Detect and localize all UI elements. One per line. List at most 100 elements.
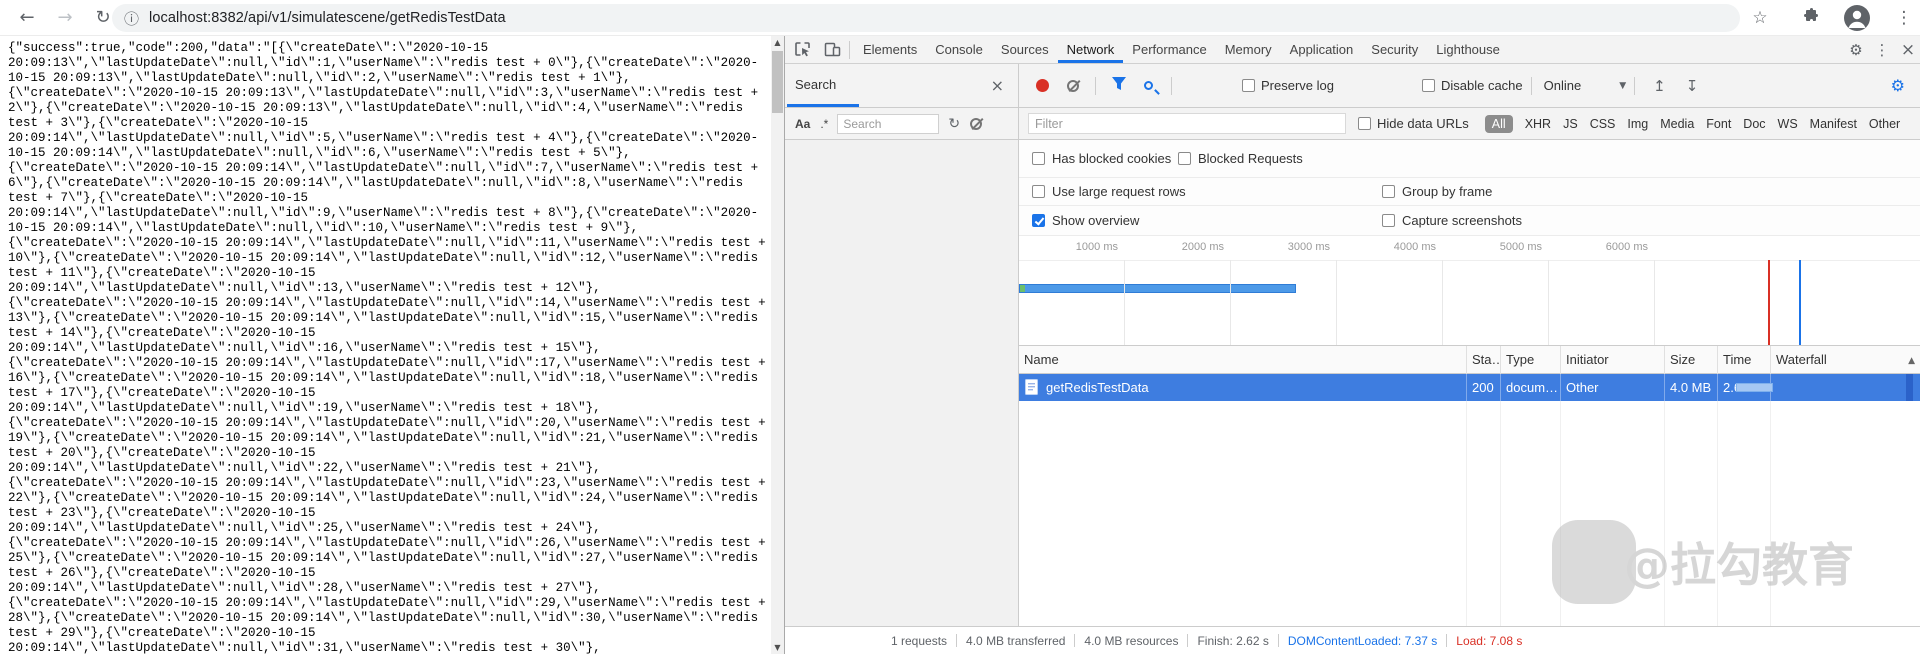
has-blocked-cookies-checkbox[interactable]	[1032, 152, 1045, 165]
back-button[interactable]: ←	[14, 5, 40, 31]
network-conditions-gear-icon[interactable]: ⚙	[1891, 76, 1905, 95]
devtools-settings-gear-icon[interactable]: ⚙	[1843, 41, 1869, 59]
scroll-down-icon[interactable]: ▼	[771, 641, 784, 654]
url-text[interactable]: localhost:8382/api/v1/simulatescene/getR…	[149, 10, 506, 26]
bookmark-star-icon[interactable]: ☆	[1748, 6, 1772, 30]
preserve-log-label[interactable]: Preserve log	[1261, 78, 1334, 93]
preserve-log-checkbox[interactable]	[1242, 79, 1255, 92]
show-overview-checkbox[interactable]	[1032, 214, 1045, 227]
disable-cache-label[interactable]: Disable cache	[1441, 78, 1523, 93]
profile-avatar[interactable]	[1844, 5, 1870, 31]
filter-type-manifest[interactable]: Manifest	[1810, 117, 1857, 131]
browser-toolbar: ← → ↻ ⓘ localhost:8382/api/v1/simulatesc…	[0, 0, 1920, 36]
scrollbar-thumb[interactable]	[772, 51, 783, 113]
column-header-waterfall[interactable]: Waterfall	[1770, 346, 1910, 374]
capture-screenshots-checkbox[interactable]	[1382, 214, 1395, 227]
throttling-value[interactable]: Online	[1544, 78, 1582, 93]
browser-menu-icon[interactable]: ⋮	[1892, 6, 1916, 30]
clear-network-log-icon[interactable]	[1067, 80, 1079, 92]
tab-console[interactable]: Console	[926, 36, 992, 63]
regex-toggle[interactable]: .*	[820, 117, 828, 131]
use-large-request-rows-checkbox[interactable]	[1032, 185, 1045, 198]
sort-ascending-icon[interactable]: ▲	[1908, 356, 1915, 366]
disable-cache-checkbox[interactable]	[1422, 79, 1435, 92]
tab-lighthouse[interactable]: Lighthouse	[1427, 36, 1509, 63]
request-type[interactable]: docum…	[1500, 374, 1560, 401]
group-by-frame-option[interactable]: Group by frame	[1382, 184, 1492, 199]
search-input[interactable]	[837, 114, 939, 134]
tab-memory[interactable]: Memory	[1216, 36, 1281, 63]
device-toolbar-icon[interactable]	[819, 37, 845, 63]
hide-data-urls-label[interactable]: Hide data URLs	[1377, 116, 1469, 131]
search-pane-title: Search	[795, 77, 836, 92]
request-status[interactable]: 200	[1466, 374, 1500, 401]
request-initiator[interactable]: Other	[1560, 374, 1664, 401]
search-clear-icon[interactable]	[970, 118, 982, 130]
network-search-icon[interactable]	[1144, 81, 1153, 90]
filter-type-xhr[interactable]: XHR	[1525, 117, 1551, 131]
blocked-requests-option[interactable]: Blocked Requests	[1178, 151, 1303, 166]
network-overview-timeline[interactable]: 1000 ms2000 ms3000 ms4000 ms5000 ms6000 …	[1018, 236, 1920, 346]
tab-application[interactable]: Application	[1281, 36, 1363, 63]
scroll-up-icon[interactable]: ▲	[771, 36, 784, 49]
filter-type-ws[interactable]: WS	[1778, 117, 1798, 131]
request-table-header: Name Sta… Type Initiator Size Time Water…	[1018, 346, 1920, 374]
capture-screenshots-option[interactable]: Capture screenshots	[1382, 213, 1522, 228]
show-overview-option[interactable]: Show overview	[1032, 213, 1139, 228]
extensions-puzzle-icon[interactable]	[1798, 6, 1822, 30]
column-header-type[interactable]: Type	[1500, 346, 1560, 374]
column-header-time[interactable]: Time	[1717, 346, 1770, 374]
waterfall-bar[interactable]	[1736, 383, 1773, 392]
import-har-icon[interactable]: ↥	[1653, 77, 1666, 95]
filter-type-js[interactable]: JS	[1563, 117, 1578, 131]
devtools-close-icon[interactable]: ×	[1895, 40, 1920, 60]
use-large-request-rows-option[interactable]: Use large request rows	[1032, 184, 1186, 199]
page-scrollbar[interactable]: ▲ ▼	[771, 36, 784, 654]
filter-type-media[interactable]: Media	[1660, 117, 1694, 131]
export-har-icon[interactable]: ↧	[1686, 77, 1699, 95]
request-name[interactable]: getRedisTestData	[1040, 374, 1460, 401]
address-bar[interactable]: ⓘ localhost:8382/api/v1/simulatescene/ge…	[112, 4, 1740, 32]
filter-input[interactable]	[1028, 113, 1346, 134]
search-refresh-icon[interactable]: ↻	[948, 116, 960, 132]
devtools-menu-icon[interactable]: ⋮	[1869, 41, 1895, 59]
throttling-dropdown[interactable]: Online ▼	[1540, 78, 1627, 93]
record-network-log-button[interactable]	[1036, 79, 1049, 92]
request-table-empty-area[interactable]	[1018, 401, 1920, 626]
forward-button[interactable]: →	[52, 5, 78, 31]
filter-funnel-icon[interactable]	[1112, 77, 1126, 95]
tab-sources[interactable]: Sources	[992, 36, 1058, 63]
filter-type-img[interactable]: Img	[1627, 117, 1648, 131]
filter-type-css[interactable]: CSS	[1590, 117, 1616, 131]
column-header-size[interactable]: Size	[1664, 346, 1717, 374]
resources-size: 4.0 MB resources	[1084, 634, 1178, 648]
tab-security[interactable]: Security	[1362, 36, 1427, 63]
timeline-gridline	[1230, 260, 1231, 345]
tab-performance[interactable]: Performance	[1123, 36, 1215, 63]
timeline-tick-label: 5000 ms	[1486, 241, 1542, 253]
match-case-toggle[interactable]: Aa	[795, 117, 810, 131]
network-filter-bar: Hide data URLs All XHR JS CSS Img Media Font Do…	[1018, 108, 1920, 140]
filter-type-all[interactable]: All	[1485, 115, 1513, 133]
search-results-pane[interactable]	[785, 140, 1018, 626]
request-table-row[interactable]: getRedisTestData 200 docum… Other 4.0 MB…	[1018, 374, 1920, 401]
search-close-icon[interactable]: ×	[991, 76, 1004, 95]
request-size[interactable]: 4.0 MB	[1664, 374, 1711, 401]
filter-type-font[interactable]: Font	[1706, 117, 1731, 131]
page-info-icon[interactable]: ⓘ	[124, 8, 139, 29]
column-header-initiator[interactable]: Initiator	[1560, 346, 1664, 374]
divider	[849, 41, 850, 59]
tab-elements[interactable]: Elements	[854, 36, 926, 63]
column-header-status[interactable]: Sta…	[1466, 346, 1500, 374]
pane-divider[interactable]	[1018, 64, 1019, 626]
group-by-frame-checkbox[interactable]	[1382, 185, 1395, 198]
inspect-element-icon[interactable]	[789, 37, 815, 63]
tab-network[interactable]: Network	[1058, 36, 1124, 63]
filter-type-other[interactable]: Other	[1869, 117, 1900, 131]
column-header-name[interactable]: Name	[1018, 346, 1466, 374]
has-blocked-cookies-option[interactable]: Has blocked cookies	[1032, 151, 1171, 166]
hide-data-urls-checkbox[interactable]	[1358, 117, 1371, 130]
filter-type-doc[interactable]: Doc	[1743, 117, 1765, 131]
hide-data-urls-option[interactable]: Hide data URLs	[1358, 116, 1469, 131]
blocked-requests-checkbox[interactable]	[1178, 152, 1191, 165]
